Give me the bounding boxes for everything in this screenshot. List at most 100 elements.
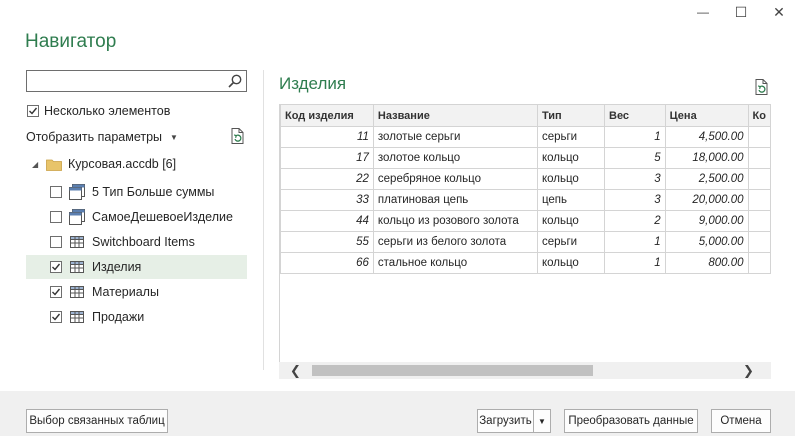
column-header[interactable]: Вес — [604, 104, 666, 127]
refresh-icon[interactable] — [229, 127, 247, 145]
multi-select-checkbox[interactable] — [27, 105, 39, 117]
table-header-row: Код изделия Название Тип Вес Цена Ко — [280, 104, 771, 127]
table-cell: кольцо из розового золота — [372, 210, 538, 232]
column-header[interactable]: Цена — [664, 104, 749, 127]
tree-item-products[interactable]: Изделия — [26, 255, 247, 279]
table-icon — [70, 286, 84, 298]
table-cell — [747, 147, 771, 169]
table-cell: 1 — [604, 126, 666, 148]
item-checkbox[interactable] — [50, 311, 62, 323]
tree-item-materials[interactable]: Материалы — [26, 280, 247, 304]
multi-select-label: Несколько элементов — [44, 104, 171, 118]
search-input[interactable] — [27, 71, 222, 91]
item-checkbox[interactable] — [50, 186, 62, 198]
maximize-icon[interactable]: ☐ — [733, 4, 749, 20]
minimize-icon[interactable]: — — [695, 4, 711, 20]
tree-root-label: Курсовая.accdb [6] — [68, 157, 177, 171]
table-row: 33 платиновая цепь цепь 3 20,000.00 — [280, 189, 771, 211]
table-cell: кольцо — [536, 168, 606, 190]
table-cell: 1 — [604, 231, 666, 253]
select-related-tables-button[interactable]: Выбор связанных таблиц — [26, 409, 168, 433]
table-cell: 4,500.00 — [664, 126, 749, 148]
dialog-title: Навигатор — [25, 31, 117, 52]
folder-icon — [46, 159, 62, 171]
table-cell: 2 — [604, 210, 666, 232]
tree-item-label: Продажи — [92, 310, 145, 324]
table-cell: цепь — [536, 189, 606, 211]
tree-item-label: Switchboard Items — [92, 235, 195, 249]
item-checkbox[interactable] — [50, 286, 62, 298]
tree-item-cheapest[interactable]: СамоеДешевоеИзделие — [26, 205, 247, 229]
cancel-button[interactable]: Отмена — [711, 409, 771, 433]
table-cell: 9,000.00 — [664, 210, 749, 232]
tree-item-label: Материалы — [92, 285, 159, 299]
table-icon — [70, 311, 84, 323]
load-dropdown-button[interactable]: ▼ — [533, 409, 551, 433]
table-row: 66 стальное кольцо кольцо 1 800.00 — [280, 252, 771, 274]
tree-item-sales[interactable]: Продажи — [26, 305, 247, 329]
table-cell — [747, 126, 771, 148]
preview-grid: Код изделия Название Тип Вес Цена Ко 11 … — [279, 104, 771, 362]
tree-item-label: 5 Тип Больше суммы — [92, 185, 215, 199]
table-cell: платиновая цепь — [372, 189, 538, 211]
table-cell — [747, 168, 771, 190]
column-header[interactable]: Тип — [536, 104, 606, 127]
table-cell: серьги — [536, 126, 606, 148]
transform-data-button[interactable]: Преобразовать данные — [564, 409, 698, 433]
column-header[interactable]: Название — [372, 104, 538, 127]
table-cell — [747, 252, 771, 274]
load-button[interactable]: Загрузить — [477, 409, 534, 433]
table-cell: 20,000.00 — [664, 189, 749, 211]
scroll-left-icon[interactable]: ❮ — [287, 362, 304, 379]
table-cell: 3 — [604, 189, 666, 211]
search-icon[interactable] — [227, 73, 243, 89]
preview-title: Изделия — [279, 74, 347, 93]
horizontal-scrollbar[interactable]: ❮ ❯ — [279, 362, 771, 379]
collapse-triangle-icon[interactable]: ◢ — [32, 160, 40, 169]
table-cell: 3 — [604, 168, 666, 190]
tree-item-query-5[interactable]: 5 Тип Больше суммы — [26, 180, 247, 204]
table-cell — [747, 231, 771, 253]
query-icon — [69, 184, 85, 200]
table-cell: золотое кольцо — [372, 147, 538, 169]
item-checkbox[interactable] — [50, 236, 62, 248]
item-checkbox[interactable] — [50, 211, 62, 223]
table-cell: кольцо — [536, 210, 606, 232]
table-cell: 55 — [280, 231, 374, 253]
column-header[interactable]: Ко — [747, 104, 771, 127]
item-checkbox[interactable] — [50, 261, 62, 273]
table-cell: 44 — [280, 210, 374, 232]
tree-root[interactable]: ◢ Курсовая.accdb [6] — [32, 157, 176, 171]
pane-divider — [263, 70, 264, 370]
table-cell: 5,000.00 — [664, 231, 749, 253]
multi-select-option[interactable]: Несколько элементов — [27, 104, 170, 118]
chevron-down-icon: ▼ — [170, 132, 178, 142]
table-cell: серьги из белого золота — [372, 231, 538, 253]
search-box — [26, 70, 247, 92]
table-cell — [747, 210, 771, 232]
table-cell: серебряное кольцо — [372, 168, 538, 190]
table-cell: 1 — [604, 252, 666, 274]
tree-item-switchboard[interactable]: Switchboard Items — [26, 230, 247, 254]
display-options-dropdown[interactable]: Отобразить параметры ▼ — [26, 130, 178, 144]
tree-item-label: СамоеДешевоеИзделие — [92, 210, 233, 224]
table-icon — [70, 261, 84, 273]
table-cell: золотые серьги — [372, 126, 538, 148]
table-cell: 11 — [280, 126, 374, 148]
scrollbar-thumb[interactable] — [312, 365, 593, 376]
table-cell: 5 — [604, 147, 666, 169]
scroll-right-icon[interactable]: ❯ — [740, 362, 757, 379]
query-icon — [69, 209, 85, 225]
table-cell: 800.00 — [664, 252, 749, 274]
table-icon — [70, 236, 84, 248]
table-cell: 18,000.00 — [664, 147, 749, 169]
refresh-icon[interactable] — [753, 78, 771, 96]
table-cell: стальное кольцо — [372, 252, 538, 274]
table-cell: 33 — [280, 189, 374, 211]
column-header[interactable]: Код изделия — [280, 104, 374, 127]
table-cell: 2,500.00 — [664, 168, 749, 190]
table-row: 17 золотое кольцо кольцо 5 18,000.00 — [280, 147, 771, 169]
preview-table: Код изделия Название Тип Вес Цена Ко 11 … — [280, 104, 771, 274]
table-row: 44 кольцо из розового золота кольцо 2 9,… — [280, 210, 771, 232]
close-icon[interactable]: ✕ — [771, 4, 787, 20]
